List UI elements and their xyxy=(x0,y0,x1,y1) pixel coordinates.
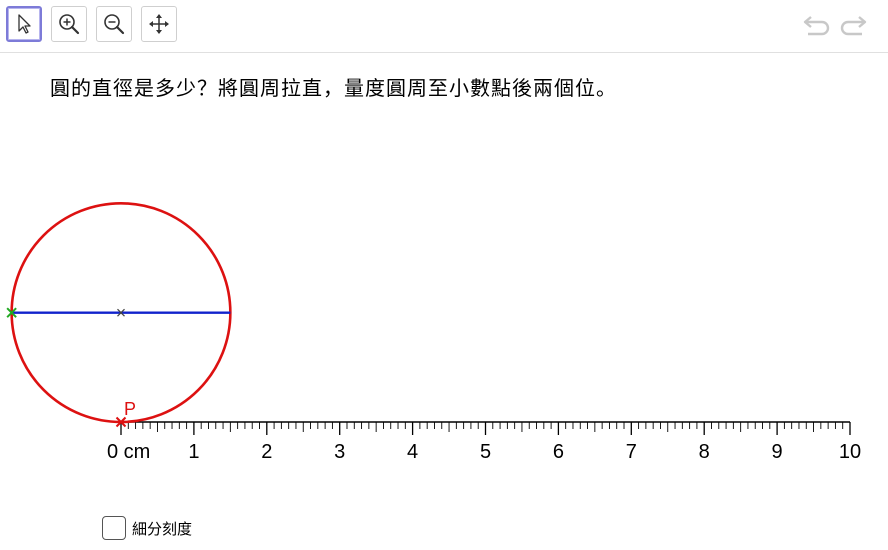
ruler-tick-label: 1 xyxy=(188,441,199,463)
move-arrows-icon xyxy=(149,14,169,34)
zoom-out-icon xyxy=(104,14,125,35)
ruler-tick-label: 0 cm xyxy=(107,441,150,463)
ruler-tick-label: 4 xyxy=(407,441,418,463)
subdivide-scale-label: 細分刻度 xyxy=(132,519,193,538)
undo-icon xyxy=(803,16,830,36)
move-tool-button[interactable] xyxy=(6,6,42,42)
subdivide-scale-option[interactable]: 細分刻度 xyxy=(102,516,192,540)
move-graphics-view-button[interactable] xyxy=(141,6,177,42)
zoom-in-button[interactable] xyxy=(51,6,87,42)
redo-icon xyxy=(840,16,867,36)
ruler-tick-label: 10 xyxy=(839,441,861,463)
ruler-tick-label: 3 xyxy=(334,441,345,463)
ruler-tick-label: 8 xyxy=(699,441,710,463)
graphics-view[interactable]: 0 cm 1 2 3 4 5 6 7 8 9 10 P xyxy=(0,53,888,493)
zoom-out-button[interactable] xyxy=(96,6,132,42)
zoom-in-icon xyxy=(59,14,80,35)
ruler-tick-label: 7 xyxy=(626,441,637,463)
subdivide-scale-checkbox[interactable] xyxy=(102,516,126,540)
ruler-tick-label: 6 xyxy=(553,441,564,463)
toolbar xyxy=(0,0,888,53)
ruler[interactable]: 0 cm 1 2 3 4 5 6 7 8 9 10 xyxy=(107,421,861,463)
ruler-tick-label: 5 xyxy=(480,441,491,463)
ruler-tick-label: 9 xyxy=(772,441,783,463)
undo-button[interactable] xyxy=(802,12,832,38)
redo-button[interactable] xyxy=(838,12,868,38)
point-p-label: P xyxy=(124,399,136,419)
ruler-tick-label: 2 xyxy=(261,441,272,463)
cursor-arrow-icon xyxy=(18,14,31,34)
